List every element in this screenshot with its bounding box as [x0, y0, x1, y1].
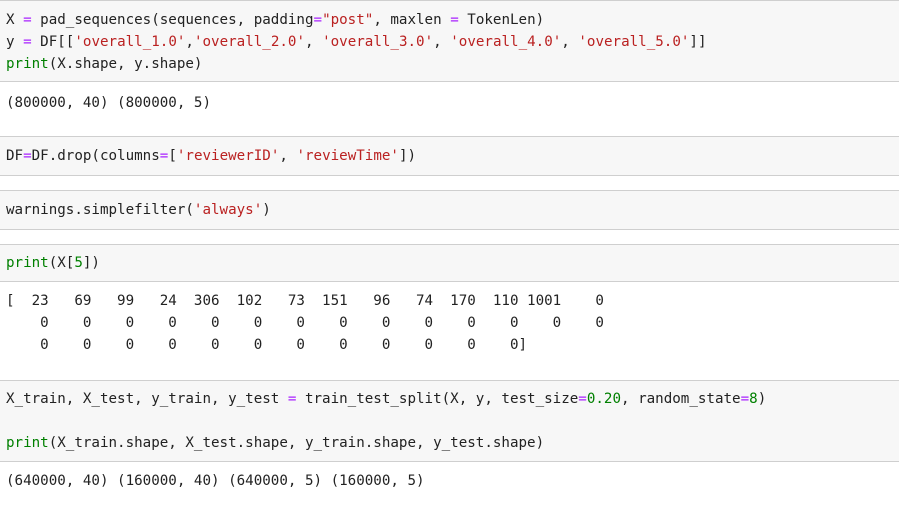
code-token: = — [740, 391, 750, 407]
code-token: 0.20 — [586, 391, 622, 407]
code-token: 'overall_3.0' — [322, 34, 434, 50]
output-line: (640000, 40) (160000, 40) (640000, 5) (1… — [6, 473, 425, 489]
code-token: = — [313, 12, 323, 28]
code-token: , maxlen — [373, 12, 451, 28]
code-token: , — [433, 34, 451, 50]
code-token: print — [6, 56, 49, 72]
code-token: DF.drop(columns — [31, 148, 160, 164]
code-token: 'always' — [193, 202, 263, 218]
code-line: print(X.shape, y.shape) — [6, 53, 202, 75]
code-line: print(X_train.shape, X_test.shape, y_tra… — [6, 432, 544, 454]
code-token: , — [561, 34, 579, 50]
code-token: 'overall_5.0' — [578, 34, 690, 50]
code-token: print — [6, 435, 49, 451]
code-cell-1-output: (800000, 40) (800000, 5) — [0, 82, 899, 136]
code-token: ]) — [82, 255, 100, 271]
code-token: , — [279, 148, 297, 164]
code-token: = — [23, 12, 32, 28]
code-cell-4-output: [ 23 69 99 24 306 102 73 151 96 74 170 1… — [0, 282, 899, 380]
code-token: DF[[ — [31, 34, 75, 50]
code-cell-3-input[interactable]: warnings.simplefilter('always') — [0, 190, 899, 230]
code-token: , — [305, 34, 323, 50]
code-token: ]] — [689, 34, 707, 50]
code-token: ) — [262, 202, 271, 218]
code-line: warnings.simplefilter('always') — [6, 199, 271, 221]
output-line: 0 0 0 0 0 0 0 0 0 0 0 0] — [6, 337, 528, 353]
code-line: X_train, X_test, y_train, y_test = train… — [6, 388, 766, 410]
code-token: 'overall_2.0' — [193, 34, 305, 50]
code-line: X = pad_sequences(sequences, padding="po… — [6, 9, 544, 31]
code-token: = — [23, 34, 32, 50]
code-token: 8 — [749, 391, 758, 407]
code-cell-5-input[interactable]: X_train, X_test, y_train, y_test = train… — [0, 380, 899, 462]
code-token: = — [450, 12, 459, 28]
code-token: (X.shape, y.shape) — [48, 56, 203, 72]
code-token: train_test_split(X, y, test_size — [296, 391, 579, 407]
code-token: DF — [6, 148, 24, 164]
code-token: y — [6, 34, 24, 50]
code-token: 'reviewTime' — [296, 148, 399, 164]
code-token: ) — [757, 391, 767, 407]
code-cell-4-input[interactable]: print(X[5]) — [0, 244, 899, 282]
output-line: (800000, 40) (800000, 5) — [6, 95, 211, 111]
code-token: warnings.simplefilter( — [6, 202, 194, 218]
code-token: , random_state — [621, 391, 741, 407]
output-line: 0 0 0 0 0 0 0 0 0 0 0 0 0 0 — [6, 315, 604, 331]
code-token: print — [6, 255, 49, 271]
code-token: X — [6, 12, 24, 28]
code-token: = — [578, 391, 587, 407]
code-token: TokenLen) — [458, 12, 545, 28]
code-token: (X_train.shape, X_test.shape, y_train.sh… — [48, 435, 545, 451]
code-token: 'overall_1.0' — [74, 34, 186, 50]
code-cell-2-input[interactable]: DF=DF.drop(columns=['reviewerID', 'revie… — [0, 136, 899, 176]
code-cell-1-input[interactable]: X = pad_sequences(sequences, padding="po… — [0, 0, 899, 82]
code-line: print(X[5]) — [6, 252, 100, 274]
code-token: pad_sequences(sequences, padding — [31, 12, 314, 28]
code-token: 'overall_4.0' — [450, 34, 562, 50]
code-token: = — [23, 148, 32, 164]
code-token: 5 — [74, 255, 83, 271]
code-token: (X[ — [48, 255, 75, 271]
code-token: [ — [168, 148, 177, 164]
notebook: X = pad_sequences(sequences, padding="po… — [0, 0, 899, 505]
output-line: [ 23 69 99 24 306 102 73 151 96 74 170 1… — [6, 293, 604, 309]
code-token: "post" — [322, 12, 374, 28]
code-line: DF=DF.drop(columns=['reviewerID', 'revie… — [6, 145, 416, 167]
code-token: 'reviewerID' — [176, 148, 280, 164]
code-line: y = DF[['overall_1.0','overall_2.0', 'ov… — [6, 31, 707, 53]
code-token: , — [185, 34, 194, 50]
code-cell-5-output: (640000, 40) (160000, 40) (640000, 5) (1… — [0, 462, 899, 505]
code-token: X_train, X_test, y_train, y_test — [6, 391, 288, 407]
code-token: ]) — [398, 148, 417, 164]
